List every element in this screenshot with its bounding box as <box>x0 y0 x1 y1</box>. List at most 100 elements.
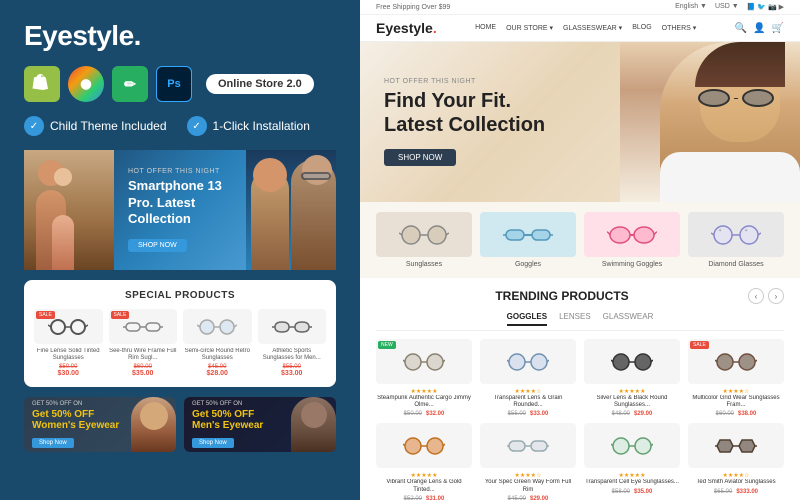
trending-glasses-8 <box>715 436 757 456</box>
product-item-3: Semi-circle Round Retro Sunglasses $45.0… <box>183 309 252 377</box>
category-name-goggles: Goggles <box>480 261 576 268</box>
trending-img-1: NEW <box>376 339 472 384</box>
hero-card-subtitle: HOT OFFER THIS NIGHT <box>128 168 232 175</box>
price-new-4: $38.00 <box>738 411 756 417</box>
price-old-6: $45.00 <box>508 496 526 500</box>
one-click-feature: ✓ 1-Click Installation <box>187 116 310 136</box>
category-sunglasses[interactable]: Sunglasses <box>376 212 472 268</box>
product-price-new-2: $35.00 <box>109 370 178 377</box>
new-badge-1: NEW <box>378 341 396 349</box>
next-arrow[interactable]: › <box>768 288 784 304</box>
tab-glasswear[interactable]: GLASSWEAR <box>603 312 654 326</box>
trending-glasses-2 <box>507 352 549 372</box>
trending-prices-7: $58.00 $35.00 <box>584 489 680 495</box>
category-img-goggles <box>480 212 576 257</box>
trending-img-3 <box>584 339 680 384</box>
trending-glasses-4 <box>715 352 757 372</box>
site-topbar: Free Shipping Over $99 English ▼ USD ▼ 📘… <box>360 0 800 15</box>
site-menu: HOME OUR STORE ▾ GLASSESWEAR ▾ BLOG OTHE… <box>475 24 696 32</box>
product-price-new-4: $33.00 <box>258 370 327 377</box>
nav-glasseswear[interactable]: GLASSESWEAR ▾ <box>563 24 622 32</box>
trending-img-8 <box>688 423 784 468</box>
search-icon[interactable]: 🔍 <box>735 23 747 34</box>
price-new-7: $35.00 <box>634 489 652 495</box>
price-new-2: $33.00 <box>530 411 548 417</box>
product-price-new-1: $30.00 <box>34 370 103 377</box>
offer-men-small: GET 50% OFF ON <box>192 401 263 407</box>
trending-item-4: SALE ★★★★☆ Multicolor Grid Wear Sunglass… <box>688 339 784 417</box>
category-strip: Sunglasses Goggles <box>360 202 800 278</box>
product-name-4: Athletic Sports Sunglasses for Men... <box>258 348 327 362</box>
trending-glasses-1 <box>403 352 445 372</box>
trending-prices-2: $55.00 $33.00 <box>480 411 576 417</box>
product-image-3 <box>183 309 252 344</box>
trending-item-1: NEW ★★★★★ Steampunk Authentic Cargo Jimm… <box>376 339 472 417</box>
category-goggles[interactable]: Goggles <box>480 212 576 268</box>
offer-women-button[interactable]: Shop Now <box>32 438 74 448</box>
trending-img-7 <box>584 423 680 468</box>
nav-blog[interactable]: BLOG <box>632 24 651 32</box>
trending-item-6: ★★★★☆ Your Spec Green Way Form Full Rim … <box>480 423 576 500</box>
trending-prices-8: $65.00 $333.00 <box>688 489 784 495</box>
trending-glasses-3 <box>611 352 653 372</box>
price-old-7: $58.00 <box>612 489 630 495</box>
offer-women-big: Get 50% OFFWomen's Eyewear <box>32 409 119 431</box>
language-select[interactable]: English ▼ <box>675 3 707 11</box>
price-new-5: $31.00 <box>426 496 444 500</box>
special-products-title: SPECIAL PRODUCTS <box>34 290 326 301</box>
products-grid: SALE Fine Lense Solid Tinted Sunglasses … <box>34 309 326 377</box>
stars-3: ★★★★★ <box>584 388 680 395</box>
nav-others[interactable]: OTHERS ▾ <box>662 24 697 32</box>
prev-arrow[interactable]: ‹ <box>748 288 764 304</box>
price-old-5: $52.00 <box>404 496 422 500</box>
trending-prices-5: $52.00 $31.00 <box>376 496 472 500</box>
goggles-svg <box>503 224 553 246</box>
photoshop-icon: Ps <box>156 66 192 102</box>
category-swimming[interactable]: Swimming Goggles <box>584 212 680 268</box>
offer-men-button[interactable]: Shop Now <box>192 438 234 448</box>
site-header: Free Shipping Over $99 English ▼ USD ▼ 📘… <box>360 0 800 42</box>
swimming-goggles-svg <box>607 224 657 246</box>
hero-card-button[interactable]: SHOP NOW <box>128 239 187 252</box>
nav-home[interactable]: HOME <box>475 24 496 32</box>
product-name-2: See-thru Wire Frame Full Rim Sugl... <box>109 348 178 362</box>
site-hero-tag: HOT OFFER THIS NIGHT <box>384 78 776 85</box>
special-products-card: SPECIAL PRODUCTS SALE Fine Len <box>24 280 336 387</box>
price-new-3: $29.00 <box>634 411 652 417</box>
right-panel: Free Shipping Over $99 English ▼ USD ▼ 📘… <box>360 0 800 500</box>
topbar-right: English ▼ USD ▼ 📘 🐦 📷 ▶ <box>675 3 784 11</box>
svg-text:✦: ✦ <box>718 228 722 234</box>
trending-name-6: Your Spec Green Way Form Full Rim <box>480 479 576 493</box>
hero-card: HOT OFFER THIS NIGHT Smartphone 13 Pro. … <box>24 150 336 270</box>
product-item-2: SALE See-thru Wire Frame Full Rim Sugl..… <box>109 309 178 377</box>
trending-item-5: ★★★★★ Vibrant Orange Lens & Gold Tinted.… <box>376 423 472 500</box>
site-hero-button[interactable]: SHOP NOW <box>384 149 456 166</box>
features-row: ✓ Child Theme Included ✓ 1-Click Install… <box>24 116 336 136</box>
category-diamond[interactable]: ✦ ✦ Diamond Glasses <box>688 212 784 268</box>
hero-card-left-image <box>24 150 114 270</box>
trending-prices-4: $60.00 $38.00 <box>688 411 784 417</box>
tab-lenses[interactable]: LENSES <box>559 312 591 326</box>
trending-img-2 <box>480 339 576 384</box>
category-img-swimming <box>584 212 680 257</box>
user-icon[interactable]: 👤 <box>753 23 765 34</box>
price-new-1: $32.00 <box>426 411 444 417</box>
site-hero-content: HOT OFFER THIS NIGHT Find Your Fit.Lates… <box>360 58 800 186</box>
currency-select[interactable]: USD ▼ <box>715 3 739 11</box>
product-price-new-3: $28.00 <box>183 370 252 377</box>
offer-banners: GET 50% OFF ON Get 50% OFFWomen's Eyewea… <box>24 397 336 452</box>
price-old-3: $48.00 <box>612 411 630 417</box>
cart-icon[interactable]: 🛒 <box>772 23 784 34</box>
nav-store[interactable]: OUR STORE ▾ <box>506 24 553 32</box>
trending-name-5: Vibrant Orange Lens & Gold Tinted... <box>376 479 472 493</box>
tab-goggles[interactable]: GOGGLES <box>507 312 547 326</box>
trending-img-4: SALE <box>688 339 784 384</box>
trending-img-6 <box>480 423 576 468</box>
price-old-8: $65.00 <box>714 489 732 495</box>
hero-card-right-image <box>246 150 336 270</box>
brand-title: Eyestyle. <box>24 20 336 52</box>
topbar-text: Free Shipping Over $99 <box>376 4 450 11</box>
offer-women-text: GET 50% OFF ON Get 50% OFFWomen's Eyewea… <box>32 401 119 449</box>
sunglasses-svg <box>399 224 449 246</box>
offer-men-big: Get 50% OFFMen's Eyewear <box>192 409 263 431</box>
